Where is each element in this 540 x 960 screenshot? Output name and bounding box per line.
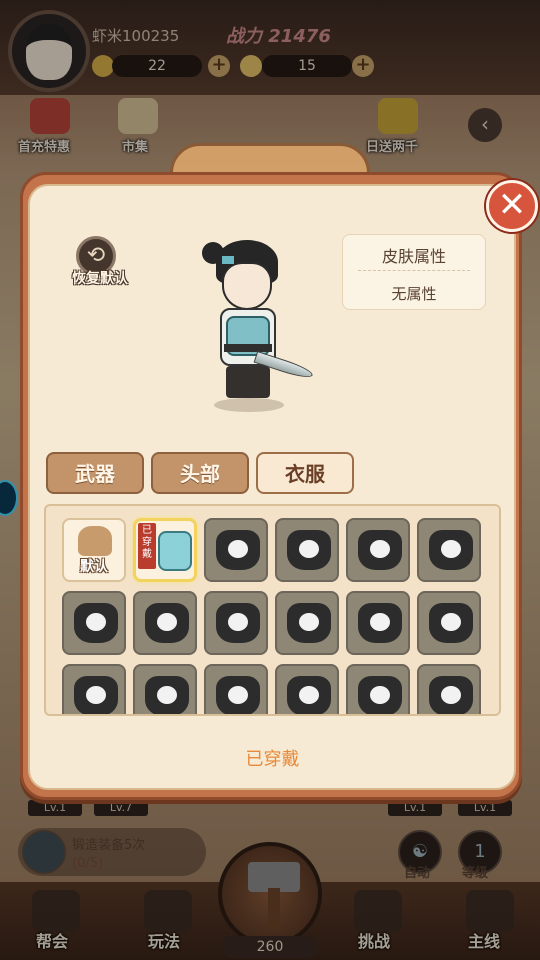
attribute-divider: [358, 270, 470, 271]
tab-clothes[interactable]: 衣服: [256, 452, 354, 494]
character-legs: [226, 366, 270, 398]
character-shadow: [214, 398, 284, 412]
outfit-collar: [441, 613, 461, 631]
wear-status-text: 已穿戴: [245, 749, 300, 770]
character-belt: [224, 344, 272, 352]
close-button[interactable]: ✕: [486, 180, 538, 232]
outfit-collar: [86, 613, 106, 631]
skin-cell-locked[interactable]: [275, 664, 339, 714]
outfit-collar: [370, 686, 390, 704]
character-preview: [196, 232, 316, 418]
worn-tag: 已穿戴: [138, 523, 156, 569]
skin-cell-locked[interactable]: [133, 664, 197, 714]
outfit-collar: [299, 540, 319, 558]
reset-default-button[interactable]: ⟲ 恢复默认: [68, 236, 136, 294]
tab-weapon[interactable]: 武器: [46, 452, 144, 494]
skin-cell-locked[interactable]: [204, 664, 268, 714]
skin-cell-locked[interactable]: [62, 591, 126, 655]
outfit-collar: [370, 613, 390, 631]
skin-cell-locked[interactable]: [133, 591, 197, 655]
outfit-collar: [441, 540, 461, 558]
skin-attribute-title: 皮肤属性: [381, 247, 446, 266]
skin-cell-locked[interactable]: [62, 664, 126, 714]
skin-cell-locked[interactable]: [346, 664, 410, 714]
tab-head[interactable]: 头部: [151, 452, 249, 494]
skin-cell-locked[interactable]: [417, 518, 481, 582]
character-face: [222, 262, 272, 310]
default-robe-icon: [78, 526, 112, 556]
skin-cell-locked[interactable]: [275, 591, 339, 655]
skin-cell-locked[interactable]: [417, 664, 481, 714]
skin-grid: 默认 已穿戴: [44, 504, 501, 716]
skin-cell-locked[interactable]: [417, 591, 481, 655]
outfit-collar: [86, 686, 106, 704]
outfit-collar: [228, 613, 248, 631]
outfit-collar: [228, 540, 248, 558]
character-hairband: [222, 256, 234, 264]
skin-cell-worn[interactable]: 已穿戴: [133, 518, 197, 582]
skin-attribute-value: 无属性: [391, 285, 437, 303]
outfit-collar: [370, 540, 390, 558]
outfit-collar: [299, 686, 319, 704]
outfit-collar: [441, 686, 461, 704]
skin-cell-locked[interactable]: [204, 591, 268, 655]
outfit-collar: [157, 686, 177, 704]
outfit-collar: [157, 613, 177, 631]
default-cell-label: 默认: [80, 559, 108, 575]
outfit-collar: [228, 686, 248, 704]
skin-cell-locked[interactable]: [275, 518, 339, 582]
skin-cell-locked[interactable]: [346, 518, 410, 582]
reset-label: 恢复默认: [72, 271, 128, 287]
skin-cell-locked[interactable]: [204, 518, 268, 582]
outfit-collar: [299, 613, 319, 631]
worn-outfit-icon: [158, 531, 192, 571]
skin-cell-default[interactable]: 默认: [62, 518, 126, 582]
skin-cell-locked[interactable]: [346, 591, 410, 655]
